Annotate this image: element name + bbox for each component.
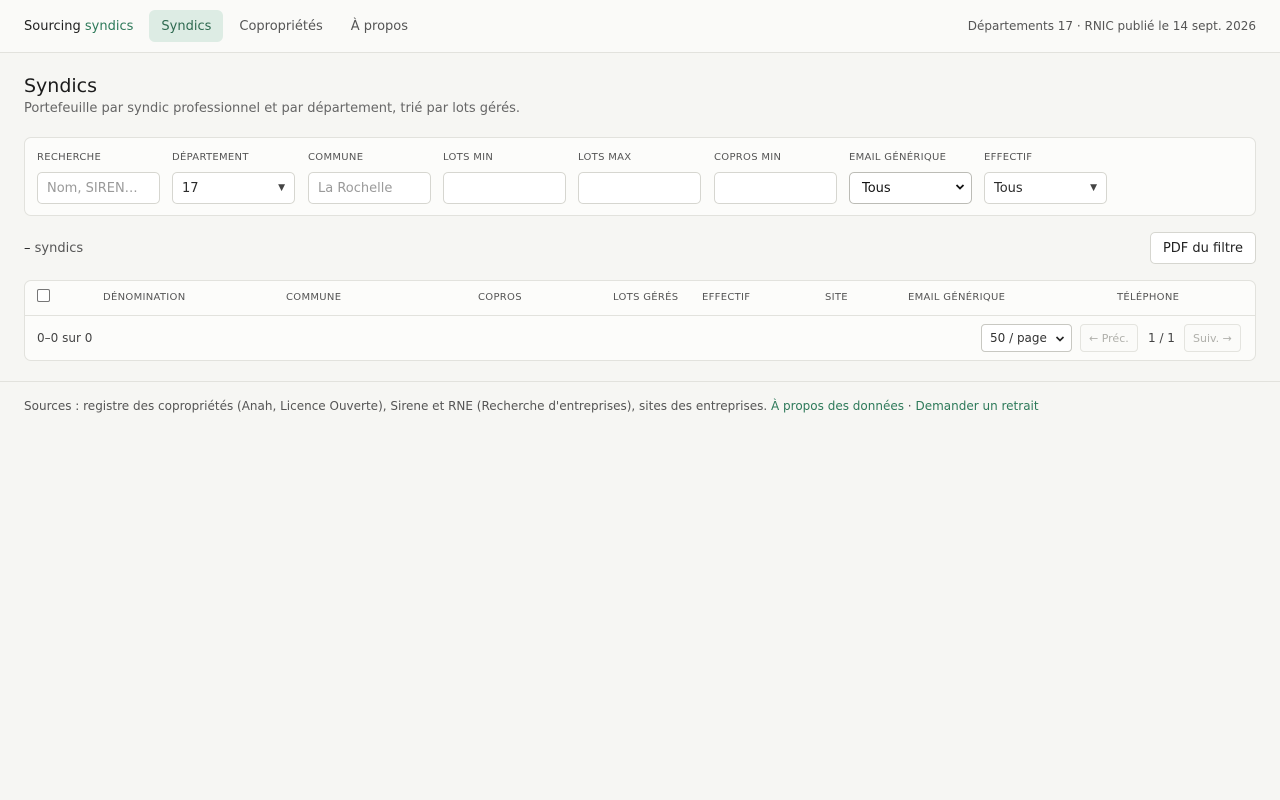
filter-recherche: Recherche Nom, SIREN… xyxy=(37,152,160,204)
table-header: Dénomination Commune Copros Lots gérés E… xyxy=(25,281,1255,316)
pagination-bar: 0–0 sur 0 50 / page ← Préc. 1 / 1 Suiv. … xyxy=(25,316,1255,361)
filter-label: Commune xyxy=(308,152,364,163)
filter-lots-max: Lots max xyxy=(578,152,701,204)
filter-commune: Commune La Rochelle xyxy=(308,152,431,204)
filter-panel: Recherche Nom, SIREN… Département 17 ▼ C… xyxy=(24,137,1256,216)
email-generique-select[interactable]: Tous xyxy=(849,172,972,204)
page-indicator: 1 / 1 xyxy=(1148,331,1175,345)
filter-label: Lots min xyxy=(443,152,494,163)
page-header: Syndics Portefeuille par syndic professi… xyxy=(0,53,1280,116)
departement-value: 17 xyxy=(182,180,199,196)
copros-min-input[interactable] xyxy=(714,172,837,204)
next-page-button[interactable]: Suiv. → xyxy=(1184,324,1241,352)
results-count-label: syndics xyxy=(34,240,84,256)
per-page-select[interactable]: 50 / page xyxy=(981,324,1072,352)
lots-min-input[interactable] xyxy=(443,172,566,204)
lots-max-input[interactable] xyxy=(578,172,701,204)
column-commune[interactable]: Commune xyxy=(286,292,341,303)
tab-a-propos[interactable]: À propos xyxy=(339,10,420,42)
page-title: Syndics xyxy=(24,75,98,97)
effectif-select[interactable]: Tous ▼ xyxy=(984,172,1107,204)
footer-separator: · xyxy=(907,399,912,413)
tab-coproprietes[interactable]: Copropriétés xyxy=(227,10,334,42)
column-effectif[interactable]: Effectif xyxy=(702,292,750,303)
commune-placeholder: La Rochelle xyxy=(318,180,393,196)
departement-select[interactable]: 17 ▼ xyxy=(172,172,295,204)
filter-departement: Département 17 ▼ xyxy=(172,152,295,204)
brand-text: Sourcing xyxy=(24,18,81,34)
filter-lots-min: Lots min xyxy=(443,152,566,204)
chevron-down-icon xyxy=(955,184,965,190)
removal-request-link[interactable]: Demander un retrait xyxy=(915,399,1038,413)
email-generique-value: Tous xyxy=(862,180,891,196)
results-count-value: – xyxy=(24,240,31,256)
filter-label: Département xyxy=(172,152,249,163)
footer-sources: Sources : registre des copropriétés (Ana… xyxy=(24,399,768,413)
per-page-value: 50 / page xyxy=(990,331,1047,345)
pdf-export-button[interactable]: PDF du filtre xyxy=(1149,232,1256,264)
pagination-range: 0–0 sur 0 xyxy=(37,331,93,345)
filter-label: Email générique xyxy=(849,152,947,163)
prev-page-button[interactable]: ← Préc. xyxy=(1080,324,1138,352)
filter-label: Copros min xyxy=(714,152,782,163)
column-lots-geres[interactable]: Lots gérés xyxy=(613,292,678,303)
filter-label: Lots max xyxy=(578,152,632,163)
filter-copros-min: Copros min xyxy=(714,152,837,204)
caret-down-icon: ▼ xyxy=(278,183,285,193)
brand-accent: syndics xyxy=(84,18,134,34)
filter-effectif: Effectif Tous ▼ xyxy=(984,152,1107,204)
column-telephone[interactable]: Téléphone xyxy=(1117,292,1179,303)
tab-syndics[interactable]: Syndics xyxy=(149,10,224,42)
filter-label: Recherche xyxy=(37,152,102,163)
top-nav: Sourcing syndics Syndics Copropriétés À … xyxy=(0,0,1280,53)
effectif-value: Tous xyxy=(994,180,1023,196)
dataset-meta: Départements 17 · RNIC publié le 14 sept… xyxy=(967,19,1256,33)
column-denomination[interactable]: Dénomination xyxy=(103,292,186,303)
filter-email-generique: Email générique Tous xyxy=(849,152,972,204)
results-bar: – syndics PDF du filtre xyxy=(24,232,1256,264)
search-input[interactable]: Nom, SIREN… xyxy=(37,172,160,204)
column-copros[interactable]: Copros xyxy=(478,292,522,303)
about-data-link[interactable]: À propos des données xyxy=(771,399,904,413)
filter-label: Effectif xyxy=(984,152,1033,163)
column-email-generique[interactable]: Email générique xyxy=(908,292,1005,303)
results-count: – syndics xyxy=(24,241,83,256)
caret-down-icon: ▼ xyxy=(1090,183,1097,193)
select-all-checkbox[interactable] xyxy=(37,289,50,302)
page-subtitle: Portefeuille par syndic professionnel et… xyxy=(24,100,521,116)
column-site[interactable]: Site xyxy=(825,292,848,303)
commune-input[interactable]: La Rochelle xyxy=(308,172,431,204)
syndics-table: Dénomination Commune Copros Lots gérés E… xyxy=(24,280,1256,361)
search-placeholder: Nom, SIREN… xyxy=(47,180,138,196)
footer: Sources : registre des copropriétés (Ana… xyxy=(0,381,1280,413)
brand-logo[interactable]: Sourcing syndics xyxy=(24,19,133,34)
chevron-down-icon xyxy=(1055,336,1065,342)
